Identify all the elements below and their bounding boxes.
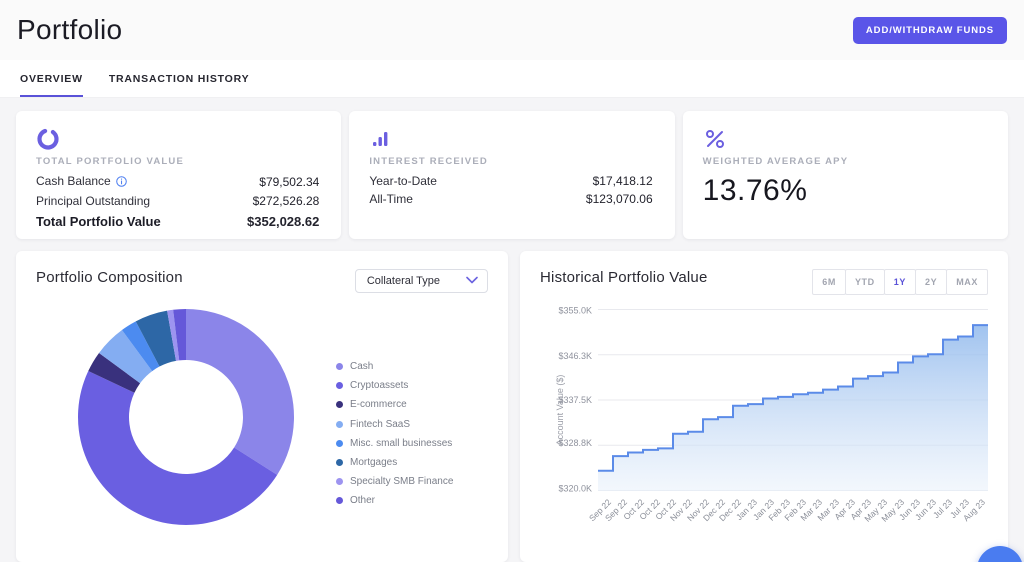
main-content: TOTAL PORTFOLIO VALUE Cash Balance $79,5… bbox=[0, 98, 1024, 562]
legend-item: Mortgages bbox=[336, 457, 453, 468]
collateral-type-select[interactable]: Collateral Type bbox=[354, 269, 488, 293]
bar-chart-icon bbox=[369, 126, 652, 152]
legend-label: Other bbox=[350, 495, 376, 507]
ytd-row: Year-to-Date $17,418.12 bbox=[369, 174, 652, 188]
apy-value: 13.76% bbox=[702, 174, 808, 207]
legend-label: E-commerce bbox=[350, 399, 407, 411]
legend-item: Fintech SaaS bbox=[336, 419, 453, 430]
total-portfolio-value-card: TOTAL PORTFOLIO VALUE Cash Balance $79,5… bbox=[16, 111, 342, 239]
legend-item: Cryptoassets bbox=[336, 380, 453, 391]
historical-portfolio-value-card: Historical Portfolio Value 6M YTD 1Y 2Y … bbox=[520, 251, 1008, 562]
card-label: WEIGHTED AVERAGE APY bbox=[702, 156, 849, 167]
legend-dot bbox=[336, 439, 343, 447]
tab-transaction-history[interactable]: TRANSACTION HISTORY bbox=[109, 60, 250, 97]
legend-label: Cash bbox=[350, 361, 374, 372]
legend-item: Other bbox=[336, 495, 453, 506]
row-label: Principal Outstanding bbox=[36, 194, 151, 208]
y-tick-label: $320.0K bbox=[558, 483, 592, 494]
weighted-average-apy-card: WEIGHTED AVERAGE APY 13.76% bbox=[682, 111, 1008, 239]
composition-title: Portfolio Composition bbox=[36, 269, 183, 286]
legend-dot bbox=[336, 458, 343, 466]
legend-dot bbox=[336, 401, 343, 409]
legend-label: Fintech SaaS bbox=[350, 418, 411, 430]
interest-received-card: INTEREST RECEIVED Year-to-Date $17,418.1… bbox=[349, 111, 675, 239]
row-label: Total Portfolio Value bbox=[36, 214, 161, 229]
stats-row: TOTAL PORTFOLIO VALUE Cash Balance $79,5… bbox=[16, 111, 1008, 239]
total-portfolio-value-row: Total Portfolio Value $352,028.62 bbox=[36, 214, 319, 229]
composition-legend: Cash Cryptoassets E-commerce Fintech SaaS Mi… bbox=[336, 361, 453, 531]
y-tick-label: $355.0K bbox=[558, 305, 592, 316]
legend-label: Mortgages bbox=[350, 456, 398, 468]
y-axis-ticks: $355.0K $346.3K $337.5K $328.8K $320.0K bbox=[554, 305, 598, 494]
tab-overview[interactable]: OVERVIEW bbox=[20, 60, 83, 97]
row-label: Year-to-Date bbox=[369, 174, 437, 188]
y-tick-label: $346.3K bbox=[558, 351, 592, 362]
add-withdraw-funds-button[interactable]: ADD/WITHDRAW FUNDS bbox=[852, 16, 1007, 44]
time-range-selector: 6M YTD 1Y 2Y MAX bbox=[812, 269, 988, 295]
select-value: Collateral Type bbox=[366, 275, 440, 287]
range-max-button[interactable]: MAX bbox=[946, 269, 988, 295]
legend-dot bbox=[336, 363, 343, 370]
range-ytd-button[interactable]: YTD bbox=[844, 269, 885, 295]
page-title: Portfolio bbox=[17, 14, 123, 45]
donut-slice bbox=[186, 309, 294, 475]
legend-dot bbox=[336, 382, 343, 390]
area-fill bbox=[598, 324, 988, 491]
step-area-chart bbox=[598, 309, 988, 491]
legend-label: Misc. small businesses bbox=[350, 437, 453, 449]
y-tick-label: $337.5K bbox=[558, 394, 592, 405]
legend-label: Specialty SMB Finance bbox=[350, 476, 454, 488]
donut-ring-icon bbox=[36, 126, 319, 152]
charts-row: Portfolio Composition Collateral Type Ca… bbox=[16, 251, 1008, 562]
portfolio-composition-card: Portfolio Composition Collateral Type Ca… bbox=[16, 251, 508, 562]
cash-balance-row: Cash Balance $79,502.34 bbox=[36, 174, 319, 190]
percent-icon bbox=[703, 126, 986, 152]
y-tick-label: $328.8K bbox=[558, 437, 592, 448]
row-value: $17,418.12 bbox=[592, 174, 653, 188]
range-2y-button[interactable]: 2Y bbox=[914, 269, 948, 295]
row-value: $123,070.06 bbox=[585, 192, 653, 206]
legend-item: Specialty SMB Finance bbox=[336, 476, 453, 487]
card-label: INTEREST RECEIVED bbox=[369, 156, 488, 167]
legend-dot bbox=[336, 420, 343, 428]
info-icon[interactable] bbox=[115, 176, 127, 190]
all-time-row: All-Time $123,070.06 bbox=[369, 192, 652, 206]
card-label: TOTAL PORTFOLIO VALUE bbox=[36, 156, 184, 167]
y-axis-title: Account Value ($) bbox=[555, 374, 565, 446]
donut-chart bbox=[36, 303, 336, 531]
legend-label: Cryptoassets bbox=[350, 380, 409, 392]
range-1y-button[interactable]: 1Y bbox=[883, 269, 916, 295]
tab-bar: OVERVIEW TRANSACTION HISTORY bbox=[0, 60, 1024, 98]
legend-item: Misc. small businesses bbox=[336, 438, 453, 449]
row-value: $272,526.28 bbox=[252, 194, 320, 208]
legend-dot bbox=[336, 478, 343, 486]
range-6m-button[interactable]: 6M bbox=[812, 269, 846, 295]
historical-title: Historical Portfolio Value bbox=[540, 269, 708, 286]
legend-dot bbox=[336, 497, 343, 505]
row-label: All-Time bbox=[369, 192, 413, 206]
legend-item: E-commerce bbox=[336, 399, 453, 410]
legend-item: Cash bbox=[336, 361, 453, 372]
row-value: $79,502.34 bbox=[259, 175, 320, 189]
x-axis-labels: Sep 22 Sep 22 Oct 22 Oct 22 Oct 22 Nov 22 Nov … bbox=[587, 495, 988, 541]
row-value: $352,028.62 bbox=[247, 214, 320, 229]
principal-outstanding-row: Principal Outstanding $272,526.28 bbox=[36, 194, 319, 208]
top-bar: Portfolio ADD/WITHDRAW FUNDS bbox=[0, 0, 1024, 60]
chevron-down-icon bbox=[466, 275, 478, 287]
row-label: Cash Balance bbox=[36, 174, 127, 190]
